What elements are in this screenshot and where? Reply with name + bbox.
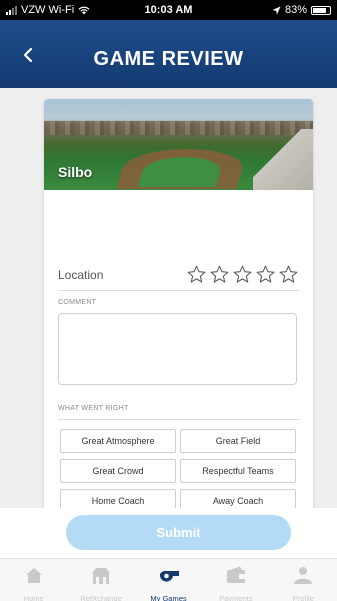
content-scroll[interactable]: Silbo Location COMMENT WHAT WENT RIGHT G… xyxy=(0,88,337,508)
page-title: GAME REVIEW xyxy=(93,47,244,70)
submit-button[interactable]: Submit xyxy=(66,515,291,550)
star-icon[interactable] xyxy=(186,264,207,285)
tab-label: RefXchange xyxy=(80,594,122,601)
went-right-options: Great Atmosphere Great Field Great Crowd Re… xyxy=(60,429,296,508)
field-photo: Silbo xyxy=(44,99,313,190)
wallet-icon xyxy=(225,565,247,590)
tab-refxchange[interactable]: RefXchange xyxy=(67,559,134,601)
field-name: Silbo xyxy=(58,164,93,180)
option-chip[interactable]: Great Field xyxy=(180,429,296,453)
star-icon[interactable] xyxy=(278,264,299,285)
tab-profile[interactable]: Profile xyxy=(270,559,337,601)
refxchange-icon xyxy=(90,565,112,590)
went-right-label: WHAT WENT RIGHT xyxy=(58,405,129,412)
review-card: Silbo Location COMMENT WHAT WENT RIGHT G… xyxy=(44,99,313,508)
tab-label: Profile xyxy=(292,594,314,601)
whistle-icon xyxy=(158,565,180,590)
location-label: Location xyxy=(58,267,104,282)
star-icon[interactable] xyxy=(255,264,276,285)
status-right: 83% xyxy=(272,4,331,16)
tab-bar: Home RefXchange My Games Payments Profile xyxy=(0,558,337,601)
submit-area: Submit xyxy=(0,508,337,558)
option-chip[interactable]: Away Coach xyxy=(180,489,296,508)
chevron-left-icon[interactable] xyxy=(18,44,40,66)
star-icon[interactable] xyxy=(209,264,230,285)
home-icon xyxy=(23,565,45,590)
star-rating xyxy=(186,264,299,285)
option-chip[interactable]: Home Coach xyxy=(60,489,176,508)
signal-icon xyxy=(6,5,17,15)
section-divider xyxy=(58,419,299,420)
battery-fill xyxy=(313,7,327,13)
status-time: 10:03 AM xyxy=(144,4,193,16)
location-rating-row: Location xyxy=(58,259,299,291)
battery-percent: 83% xyxy=(284,4,307,16)
tab-label: Home xyxy=(23,594,44,601)
wifi-icon xyxy=(78,6,90,14)
tab-payments[interactable]: Payments xyxy=(202,559,269,601)
comment-label: COMMENT xyxy=(58,299,97,306)
status-bar: VZW Wi-Fi 10:03 AM 83% xyxy=(0,0,337,20)
tab-label: My Games xyxy=(150,594,187,601)
option-chip[interactable]: Great Crowd xyxy=(60,459,176,483)
tab-label: Payments xyxy=(219,594,253,601)
star-icon[interactable] xyxy=(232,264,253,285)
battery-icon xyxy=(311,5,331,15)
comment-input[interactable] xyxy=(58,313,297,385)
carrier-text: VZW Wi-Fi xyxy=(21,4,75,16)
tab-home[interactable]: Home xyxy=(0,559,67,601)
header-bar: GAME REVIEW xyxy=(0,20,337,88)
option-chip[interactable]: Great Atmosphere xyxy=(60,429,176,453)
option-chip[interactable]: Respectful Teams xyxy=(180,459,296,483)
profile-icon xyxy=(292,565,314,590)
status-left: VZW Wi-Fi xyxy=(6,4,90,16)
location-arrow-icon xyxy=(272,5,281,15)
tab-my-games[interactable]: My Games xyxy=(135,559,202,601)
